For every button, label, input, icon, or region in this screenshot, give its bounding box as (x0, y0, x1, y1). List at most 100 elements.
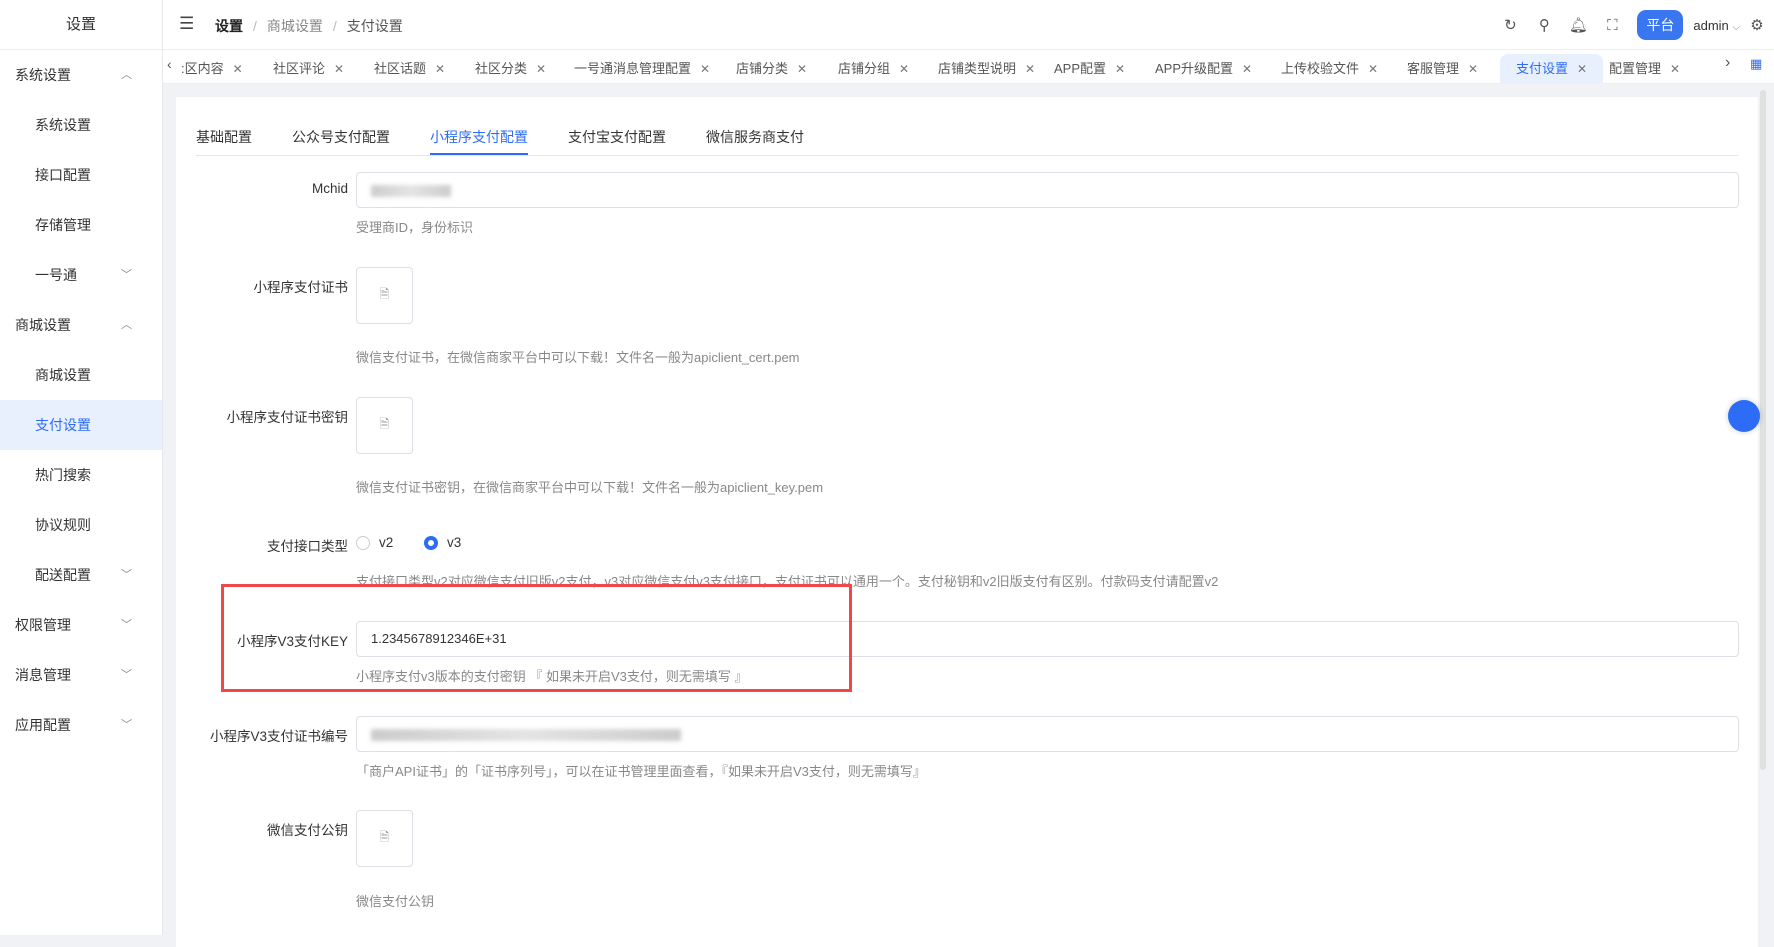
payment-settings-card: 基础配置 公众号支付配置 小程序支付配置 支付宝支付配置 微信服务商支付 Mchid 受… (176, 97, 1758, 947)
chat-float-button[interactable] (1728, 400, 1760, 432)
tab[interactable]: 店铺分类 ✕ (728, 54, 815, 84)
subtab[interactable]: 基础配置 (196, 127, 252, 155)
breadcrumb-item[interactable]: 商城设置 (267, 18, 323, 34)
sidebar-item[interactable]: 商城设置 ︿ (0, 300, 162, 350)
close-icon[interactable]: ✕ (1670, 62, 1680, 76)
sidebar-item-label: 协议规则 (35, 517, 91, 533)
tab[interactable]: 店铺分组 ✕ (830, 54, 917, 84)
sidebar-item[interactable]: 配送配置 ﹀ (0, 550, 162, 600)
tab[interactable]: APP升级配置 ✕ (1147, 54, 1260, 84)
radio-v3[interactable]: v3 (424, 535, 461, 550)
tab[interactable]: 上传校验文件 ✕ (1273, 54, 1386, 84)
tab-scroll-left-icon[interactable]: ‹ (167, 56, 172, 72)
subtab[interactable]: 微信服务商支付 (706, 127, 804, 155)
tab[interactable]: 店铺类型说明 ✕ (930, 54, 1043, 84)
breadcrumb: 设置 / 商城设置 / 支付设置 (215, 18, 403, 34)
sidebar-item-label: 支付设置 (35, 417, 91, 433)
close-icon[interactable]: ✕ (1242, 62, 1252, 76)
close-icon[interactable]: ✕ (435, 62, 445, 76)
pubkey-upload[interactable]: 🗎 (356, 810, 413, 867)
close-icon[interactable]: ✕ (334, 62, 344, 76)
cert-key-label: 小程序支付证书密钥 (226, 410, 349, 425)
chevron-down-icon: ﹀ (121, 269, 132, 281)
close-icon[interactable]: ✕ (797, 62, 807, 76)
close-icon[interactable]: ✕ (1468, 62, 1478, 76)
sidebar-item[interactable]: 协议规则 (0, 500, 162, 550)
close-icon[interactable]: ✕ (1025, 62, 1035, 76)
tab[interactable]: 一号通消息管理配置 ✕ (566, 54, 718, 84)
platform-button[interactable]: 平台 (1637, 10, 1684, 40)
tab-label: 上传校验文件 (1281, 61, 1360, 76)
pubkey-label: 微信支付公钥 (267, 823, 348, 838)
cert-key-upload[interactable]: 🗎 (356, 397, 413, 454)
tab[interactable]: APP配置 ✕ (1046, 54, 1133, 84)
tab-label: APP配置 (1054, 61, 1107, 76)
sidebar-item[interactable]: 系统设置 (0, 100, 162, 150)
subtab[interactable]: 小程序支付配置 (430, 127, 528, 155)
sidebar-item[interactable]: 接口配置 (0, 150, 162, 200)
sidebar-item-label: 系统设置 (15, 67, 71, 83)
cert-upload[interactable]: 🗎 (356, 267, 413, 324)
cert-hint: 微信支付证书，在微信商家平台中可以下载！文件名一般为apiclient_cert… (356, 350, 800, 365)
tab[interactable]: 客服管理 ✕ (1399, 54, 1486, 84)
header: ☰ 设置 / 商城设置 / 支付设置 ↻ ⚲ 🔔︎ ⛶ 平台 admin ⌵ ⚙ (163, 0, 1774, 50)
tab[interactable]: 社区评论 ✕ (265, 54, 352, 84)
close-icon[interactable]: ✕ (536, 62, 546, 76)
chevron-up-icon: ︿ (121, 69, 132, 81)
sidebar-item-label: 商城设置 (35, 367, 91, 383)
sidebar-title: 设置 (0, 0, 162, 50)
sidebar-item[interactable]: 支付设置 (0, 400, 162, 450)
sidebar-item[interactable]: 消息管理 ﹀ (0, 650, 162, 700)
subtab[interactable]: 公众号支付配置 (292, 127, 390, 155)
close-icon[interactable]: ✕ (700, 62, 710, 76)
chevron-up-icon: ︿ (121, 319, 132, 331)
chevron-down-icon: ﹀ (121, 569, 132, 581)
radio-label: v3 (447, 535, 462, 550)
tab[interactable]: :区内容 ✕ (173, 54, 251, 84)
file-icon: 🗎 (379, 417, 390, 431)
tab[interactable]: 社区分类 ✕ (467, 54, 554, 84)
sidebar-item-label: 应用配置 (15, 717, 71, 733)
refresh-icon[interactable]: ↻ (1493, 16, 1527, 34)
sidebar-item-label: 商城设置 (15, 317, 71, 333)
fullscreen-icon[interactable]: ⛶ (1595, 17, 1629, 34)
sidebar-item[interactable]: 商城设置 (0, 350, 162, 400)
mchid-input[interactable] (356, 172, 1739, 208)
sidebar-item[interactable]: 系统设置 ︿ (0, 50, 162, 100)
search-icon[interactable]: ⚲ (1527, 16, 1561, 34)
sidebar-item-label: 接口配置 (35, 167, 91, 183)
sidebar-item[interactable]: 一号通 ﹀ (0, 250, 162, 300)
mchid-label: Mchid (311, 181, 348, 196)
close-icon[interactable]: ✕ (899, 62, 909, 76)
bell-icon[interactable]: 🔔︎ (1561, 16, 1595, 34)
close-icon[interactable]: ✕ (1368, 62, 1378, 76)
subtab[interactable]: 支付宝支付配置 (568, 127, 666, 155)
breadcrumb-item: 支付设置 (346, 18, 403, 34)
grid-menu-icon[interactable]: ▦ (1750, 56, 1762, 72)
chevron-down-icon: ﹀ (121, 719, 132, 731)
close-icon[interactable]: ✕ (1115, 62, 1125, 76)
close-icon[interactable]: ✕ (233, 62, 243, 76)
scrollbar[interactable] (1760, 90, 1766, 770)
tab[interactable]: 配置管理 ✕ (1601, 54, 1688, 84)
close-icon[interactable]: ✕ (1577, 62, 1587, 76)
tab-label: 社区话题 (374, 61, 427, 76)
sidebar-item[interactable]: 热门搜索 (0, 450, 162, 500)
cert-key-hint: 微信支付证书密钥，在微信商家平台中可以下载！文件名一般为apiclient_ke… (356, 480, 824, 495)
sidebar-item[interactable]: 应用配置 ﹀ (0, 700, 162, 750)
radio-v2[interactable]: v2 (356, 535, 393, 550)
tab[interactable]: 社区话题 ✕ (366, 54, 453, 84)
tab[interactable]: 支付设置 ✕ (1500, 54, 1604, 84)
v3-serial-input[interactable] (356, 716, 1739, 752)
tab-label: 社区评论 (273, 61, 326, 76)
settings-gear-icon[interactable]: ⚙ (1740, 16, 1774, 34)
user-menu[interactable]: admin ⌵ (1693, 18, 1740, 33)
menu-toggle-icon[interactable]: ☰ (179, 14, 194, 34)
tab-scroll-right-icon[interactable]: › (1725, 54, 1730, 72)
sidebar-item-label: 权限管理 (15, 617, 71, 633)
sidebar-item[interactable]: 权限管理 ﹀ (0, 600, 162, 650)
radio-label: v2 (379, 535, 394, 550)
breadcrumb-item[interactable]: 设置 (215, 18, 243, 34)
sidebar-item[interactable]: 存储管理 (0, 200, 162, 250)
chevron-down-icon: ﹀ (121, 619, 132, 631)
